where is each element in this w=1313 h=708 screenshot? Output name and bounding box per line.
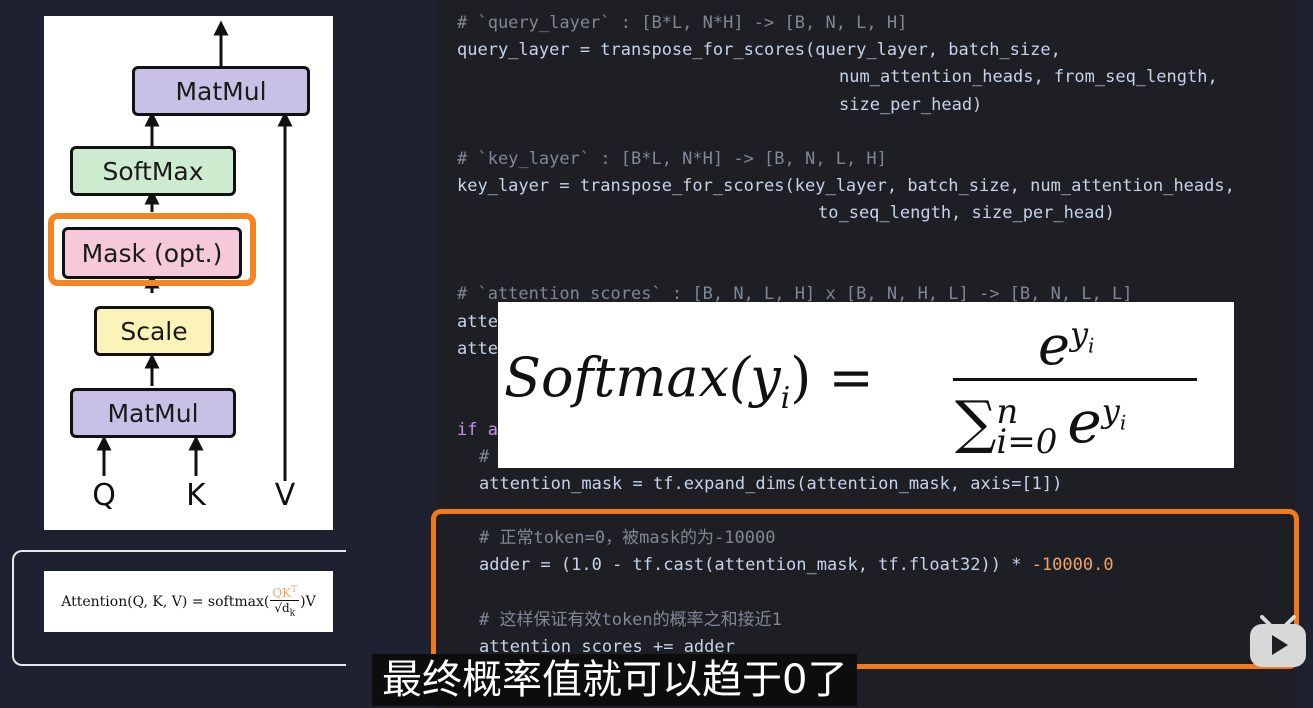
code-line: # `attention_scores` : [B, N, L, H] x [B…	[457, 284, 1133, 304]
code-line: atte	[457, 312, 498, 332]
scale-block: Scale	[94, 306, 214, 356]
code-line: num_attention_heads, from_seq_length,	[839, 67, 1218, 87]
softmax-numerator: eyi	[1038, 314, 1095, 377]
softmax-fraction: eyi ∑ n i=0 eyi	[953, 306, 1203, 462]
softmax-fraction-bar	[953, 378, 1197, 381]
code-line: attention_mask = tf.expand_dims(attentio…	[479, 474, 1063, 494]
code-line: # `query_layer` : [B*L, N*H] -> [B, N, L…	[457, 13, 908, 33]
attention-formula: Attention(Q, K, V) = softmax( QKT √dk )V	[44, 571, 333, 632]
formula-rhs: )V	[300, 593, 316, 610]
mask-highlight-box	[48, 213, 256, 286]
code-line: atte	[457, 339, 498, 359]
code-line: #	[479, 447, 490, 467]
code-line: to_seq_length, size_per_head)	[818, 203, 1115, 223]
bilibili-tv-icon	[1250, 615, 1306, 667]
code-line: key_layer = transpose_for_scores(key_lay…	[457, 176, 1235, 196]
softmax-formula: Softmax(yi) = eyi ∑ n i=0 eyi	[498, 302, 1234, 468]
code-highlight-box	[431, 509, 1299, 669]
formula-lhs: Attention(Q, K, V) = softmax(	[61, 593, 270, 610]
code-line: size_per_head)	[839, 95, 983, 115]
code-line: query_layer = transpose_for_scores(query…	[457, 40, 1061, 60]
input-v-label: V	[274, 478, 296, 513]
formula-denominator: √dk	[274, 600, 296, 619]
code-line: if a	[457, 420, 498, 440]
softmax-block: SoftMax	[70, 146, 236, 196]
input-q-label: Q	[92, 478, 116, 513]
matmul-bottom-block: MatMul	[70, 388, 236, 438]
input-k-label: K	[186, 478, 206, 513]
video-subtitle: 最终概率值就可以趋于0了	[372, 654, 858, 706]
softmax-denominator: ∑ n i=0 eyi	[955, 388, 1127, 462]
matmul-top-block: MatMul	[132, 66, 310, 116]
code-line: # `key_layer` : [B*L, N*H] -> [B, N, L, …	[457, 149, 887, 169]
softmax-lhs: Softmax(yi) =	[504, 346, 874, 416]
formula-numerator: QKT	[270, 584, 300, 601]
formula-fraction: QKT √dk	[270, 584, 300, 619]
